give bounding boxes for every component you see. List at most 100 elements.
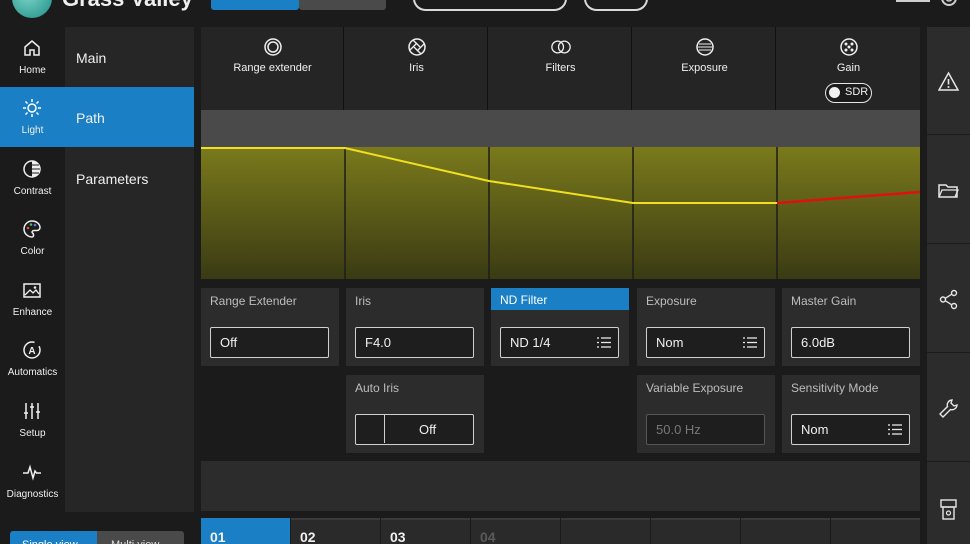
- path-graph-band: [201, 110, 920, 147]
- light-path-graph: [201, 147, 920, 279]
- exposure-title: Exposure: [646, 294, 697, 308]
- top-pill-button-small[interactable]: [584, 0, 648, 11]
- home-icon: [24, 40, 40, 56]
- submenu-item-path[interactable]: Path: [65, 87, 194, 147]
- folder-button[interactable]: [927, 136, 970, 244]
- gain-icon: [840, 38, 858, 56]
- top-indicator-bar: [896, 0, 930, 2]
- tools-button[interactable]: [927, 354, 970, 462]
- warning-button[interactable]: [927, 27, 970, 135]
- status-bar: [201, 461, 920, 511]
- list-icon: [743, 337, 757, 348]
- path-stage-label: Filters: [545, 62, 576, 74]
- top-pill-button[interactable]: [413, 0, 567, 11]
- sliders-icon: [24, 403, 40, 419]
- range-extender-title: Range Extender: [210, 294, 297, 308]
- camera-button[interactable]: [927, 463, 970, 544]
- sensitivity-mode-value: Nom: [801, 422, 829, 437]
- share-icon: [939, 289, 958, 310]
- nav-item-label: Light: [21, 125, 44, 136]
- exposure-select[interactable]: Nom: [646, 327, 765, 358]
- auto-iris-title: Auto Iris: [355, 381, 400, 395]
- palette-icon: [23, 220, 41, 238]
- share-button[interactable]: [927, 245, 970, 353]
- image-enhance-icon: [23, 283, 41, 298]
- sdr-toggle[interactable]: SDR: [825, 83, 872, 103]
- main-nav: Home Light Contrast Color Enhance A Auto…: [0, 27, 65, 512]
- nav-item-enhance[interactable]: Enhance: [0, 269, 65, 329]
- multi-view-button[interactable]: Multi view: [97, 531, 184, 544]
- tab-02[interactable]: 02: [291, 518, 380, 544]
- auto-iris-toggle[interactable]: Off: [355, 414, 474, 445]
- path-stage-label: Gain: [836, 62, 861, 74]
- nav-item-label: Contrast: [13, 186, 52, 197]
- sensitivity-mode-select[interactable]: Nom: [791, 414, 910, 445]
- nav-item-color[interactable]: Color: [0, 208, 65, 268]
- nav-item-label: Automatics: [7, 367, 58, 378]
- variable-exposure-title: Variable Exposure: [646, 381, 744, 395]
- right-toolbar: [927, 27, 970, 544]
- tab-03[interactable]: 03: [381, 518, 470, 544]
- path-graph-header: Range extender Iris Filters Exposure Gai…: [201, 27, 920, 110]
- wrench-icon: [939, 399, 958, 418]
- tab-01[interactable]: 01: [201, 518, 290, 544]
- path-stage-exposure[interactable]: Exposure: [633, 27, 776, 110]
- nav-item-label: Enhance: [12, 307, 53, 318]
- logo-icon: [12, 0, 52, 18]
- path-stage-iris[interactable]: Iris: [345, 27, 488, 110]
- auto-icon: A: [23, 341, 41, 359]
- submenu-item-main[interactable]: Main: [65, 27, 194, 87]
- variable-exposure-value: 50.0 Hz: [656, 422, 701, 437]
- filters-icon: [551, 40, 571, 54]
- auto-iris-value: Off: [419, 422, 437, 437]
- nav-item-automatics[interactable]: A Automatics: [0, 329, 65, 389]
- master-gain-field[interactable]: 6.0dB: [791, 327, 910, 358]
- aperture-icon: [408, 38, 426, 56]
- path-stage-range-extender[interactable]: Range extender: [201, 27, 344, 110]
- iris-title: Iris: [355, 294, 371, 308]
- nav-item-diagnostics[interactable]: Diagnostics: [0, 451, 65, 511]
- path-stage-gain[interactable]: Gain SDR: [777, 27, 920, 110]
- list-icon: [888, 424, 902, 435]
- nav-item-contrast[interactable]: Contrast: [0, 148, 65, 208]
- main-content: Range extender Iris Filters Exposure Gai…: [201, 27, 920, 512]
- nav-item-label: Home: [19, 65, 46, 76]
- nd-filter-panel: ND Filter ND 1/4: [491, 288, 629, 366]
- range-extender-value: Off: [220, 335, 238, 350]
- top-segment-active[interactable]: [211, 0, 299, 10]
- auto-iris-panel: Auto Iris Off: [346, 375, 484, 453]
- tab-empty: [831, 518, 920, 544]
- iris-field[interactable]: F4.0: [355, 327, 474, 358]
- svg-text:A: A: [28, 346, 35, 357]
- nav-item-label: Color: [20, 246, 45, 257]
- warning-icon: [938, 71, 959, 91]
- gear-icon[interactable]: [938, 0, 960, 10]
- nd-filter-select[interactable]: ND 1/4: [500, 327, 619, 358]
- path-stage-filters[interactable]: Filters: [489, 27, 632, 110]
- graph-background: [201, 147, 920, 279]
- range-extender-field[interactable]: Off: [210, 327, 329, 358]
- pulse-icon: [23, 464, 41, 481]
- range-extender-icon: [264, 38, 282, 56]
- variable-exposure-field: 50.0 Hz: [646, 414, 765, 445]
- sensitivity-mode-title: Sensitivity Mode: [791, 381, 879, 395]
- single-view-button[interactable]: Single view: [10, 531, 97, 544]
- nav-item-home[interactable]: Home: [0, 27, 65, 87]
- folder-icon: [938, 184, 959, 198]
- tab-empty: [651, 518, 740, 544]
- nav-item-setup[interactable]: Setup: [0, 390, 65, 450]
- top-segment[interactable]: [299, 0, 386, 10]
- sub-menu: Main Path Parameters: [65, 27, 194, 512]
- iris-value: F4.0: [365, 335, 392, 350]
- path-stage-label: Range extender: [233, 62, 312, 74]
- range-extender-panel: Range Extender Off: [201, 288, 339, 366]
- submenu-item-parameters[interactable]: Parameters: [65, 148, 194, 208]
- nav-item-label: Diagnostics: [6, 489, 59, 500]
- path-stage-label: Iris: [409, 62, 424, 74]
- nd-filter-title: ND Filter: [491, 288, 629, 310]
- nav-item-light[interactable]: Light: [0, 87, 65, 147]
- camera-icon: [940, 499, 957, 520]
- variable-exposure-panel: Variable Exposure 50.0 Hz: [637, 375, 775, 453]
- contrast-icon: [23, 160, 41, 178]
- tab-empty: [561, 518, 650, 544]
